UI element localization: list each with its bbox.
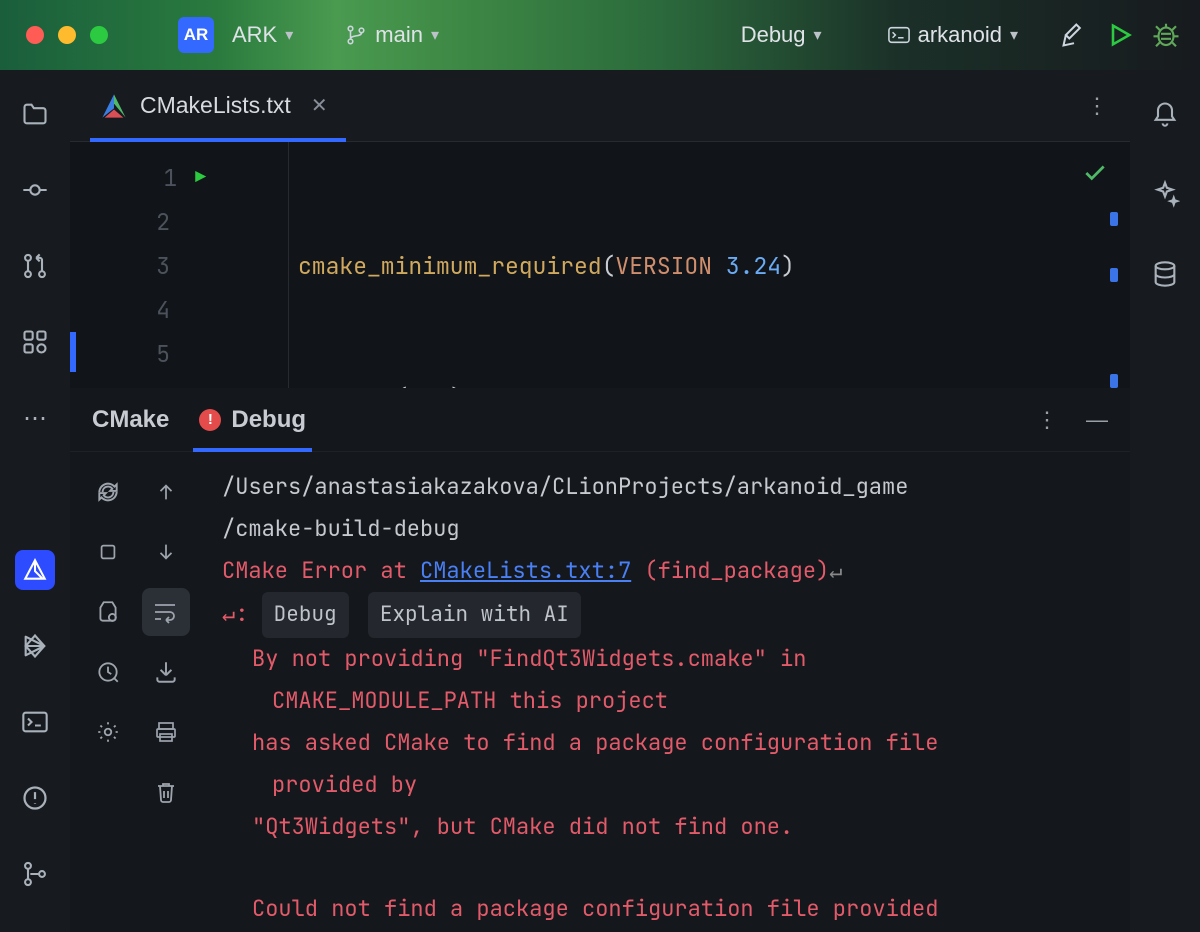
soft-wrap-button[interactable] [142, 588, 190, 636]
minimize-window-icon[interactable] [58, 26, 76, 44]
console-error-line: "Qt3Widgets", but CMake did not find one… [222, 806, 1110, 848]
line-number: 5 [156, 332, 170, 376]
reload-cmake-button[interactable] [84, 468, 132, 516]
pull-requests-button[interactable] [15, 246, 55, 286]
debug-action-button[interactable]: Debug [262, 592, 349, 638]
ai-assistant-button[interactable] [1145, 174, 1185, 214]
error-badge-icon: ! [199, 409, 221, 431]
cmake-file-icon [100, 92, 128, 120]
project-selector[interactable]: ARK ▾ [224, 18, 301, 52]
editor-tab[interactable]: CMakeLists.txt ✕ [90, 70, 346, 142]
explain-ai-button[interactable]: Explain with AI [368, 592, 581, 638]
run-target-label: arkanoid [918, 22, 1002, 48]
cmake-tab[interactable]: CMake [92, 388, 169, 452]
cmake-options-button[interactable] [84, 708, 132, 756]
download-button[interactable] [142, 648, 190, 696]
console-action-row: ↵: Debug Explain with AI [222, 592, 1110, 638]
left-tool-strip: ⋯ [0, 70, 70, 932]
error-file-link[interactable]: CMakeLists.txt:7 [420, 556, 631, 585]
debug-button[interactable] [1148, 17, 1184, 53]
window-controls [26, 26, 108, 44]
build-config-selector[interactable]: Debug ▾ [733, 18, 830, 52]
terminal-rect-icon [888, 25, 910, 45]
console-line: /Users/anastasiakazakova/CLionProjects/a… [222, 466, 1110, 508]
build-button[interactable] [1056, 17, 1092, 53]
console-error-line: By not providing "FindQt3Widgets.cmake" … [222, 638, 1110, 680]
console-line: /cmake-build-debug [222, 508, 1110, 550]
run-gutter-icon[interactable]: ▶ [195, 156, 206, 200]
zoom-window-icon[interactable] [90, 26, 108, 44]
services-tool-button[interactable] [15, 626, 55, 666]
analysis-ok-icon[interactable] [1082, 160, 1108, 186]
console-error-line: has asked CMake to find a package config… [222, 722, 1110, 764]
run-target-selector[interactable]: arkanoid ▾ [880, 18, 1026, 52]
editor-tab-filename: CMakeLists.txt [140, 92, 291, 119]
close-window-icon[interactable] [26, 26, 44, 44]
terminal-tool-button[interactable] [15, 702, 55, 742]
project-tool-button[interactable] [15, 94, 55, 134]
titlebar: AR ARK ▾ main ▾ Debug ▾ arkanoid ▾ [0, 0, 1200, 70]
right-tool-strip [1130, 70, 1200, 932]
tab-options-button[interactable]: ⋮ [1086, 93, 1110, 119]
run-button[interactable] [1102, 17, 1138, 53]
panel-options-button[interactable]: ⋮ [1036, 407, 1058, 433]
chevron-down-icon: ▾ [1010, 25, 1018, 45]
console-error-line: CMAKE_MODULE_PATH this project [222, 680, 1110, 722]
structure-tool-button[interactable] [15, 322, 55, 362]
vcs-tool-button[interactable] [15, 854, 55, 894]
project-badge[interactable]: AR [178, 17, 214, 53]
console-error-line: Could not find a package configuration f… [222, 888, 1110, 930]
debug-tab-label: Debug [231, 406, 306, 434]
branch-selector[interactable]: main ▾ [337, 18, 447, 52]
cmake-cache-button[interactable] [84, 648, 132, 696]
console-error-line: provided by [222, 764, 1110, 806]
down-arrow-button[interactable] [142, 528, 190, 576]
code-content[interactable]: cmake_minimum_required(VERSION 3.24) pro… [218, 142, 795, 388]
print-button[interactable] [142, 708, 190, 756]
more-tool-button[interactable]: ⋯ [15, 398, 55, 438]
chevron-down-icon: ▾ [814, 25, 822, 45]
panel-minimize-button[interactable]: — [1086, 407, 1108, 433]
line-number: 4 [156, 288, 170, 332]
database-button[interactable] [1145, 254, 1185, 294]
change-marker [70, 332, 76, 372]
console-error-line: CMake Error at CMakeLists.txt:7 (find_pa… [222, 550, 1110, 592]
project-name-label: ARK [232, 22, 277, 48]
bottom-panel-tab-bar: CMake ! Debug ⋮ — [70, 388, 1130, 452]
close-tab-icon[interactable]: ✕ [311, 93, 328, 118]
notifications-button[interactable] [1145, 94, 1185, 134]
delete-cache-button[interactable] [142, 768, 190, 816]
editor-tab-bar: CMakeLists.txt ✕ ⋮ [70, 70, 1130, 142]
chevron-down-icon: ▾ [285, 25, 293, 45]
line-number: 2 [156, 200, 170, 244]
scrollbar-markers [1110, 212, 1118, 388]
up-arrow-button[interactable] [142, 468, 190, 516]
branch-name-label: main [375, 22, 423, 48]
cmake-console[interactable]: /Users/anastasiakazakova/CLionProjects/a… [206, 452, 1130, 932]
bottom-tool-panel: CMake ! Debug ⋮ — /Users/anastasiakazako… [70, 388, 1130, 932]
branch-icon [345, 24, 367, 46]
code-editor[interactable]: 1 ▶ 2 3 4 5 cmake_minimum_required(VERSIO… [70, 142, 1130, 388]
editor-gutter: 1 ▶ 2 3 4 5 [70, 142, 218, 388]
cmake-tool-button[interactable] [15, 550, 55, 590]
line-number: 3 [156, 244, 170, 288]
debug-tab[interactable]: ! Debug [199, 388, 306, 452]
open-cmake-settings-button[interactable] [84, 588, 132, 636]
problems-tool-button[interactable] [15, 778, 55, 818]
line-number: 1 [163, 156, 177, 200]
chevron-down-icon: ▾ [431, 25, 439, 45]
build-config-label: Debug [741, 22, 806, 48]
commit-tool-button[interactable] [15, 170, 55, 210]
stop-button[interactable] [84, 528, 132, 576]
cmake-toolbar [70, 452, 206, 932]
